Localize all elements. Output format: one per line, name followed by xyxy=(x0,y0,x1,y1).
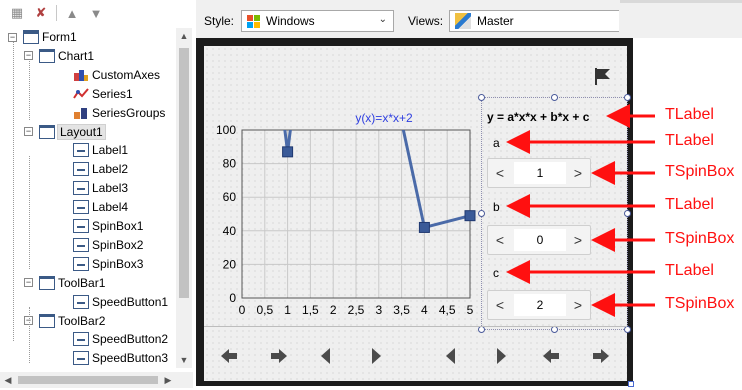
annotation-tlabel-a: TLabel xyxy=(665,132,714,149)
annotation-tspinbox-c: TSpinBox xyxy=(665,295,735,312)
annotation-tspinbox-a: TSpinBox xyxy=(665,163,735,180)
annotation-tlabel-formula: TLabel xyxy=(665,106,714,123)
annotation-tspinbox-b: TSpinBox xyxy=(665,230,735,247)
annotation-arrows xyxy=(506,104,655,317)
annotation-tlabel-c: TLabel xyxy=(665,262,714,279)
annotation-tlabel-b: TLabel xyxy=(665,196,714,213)
